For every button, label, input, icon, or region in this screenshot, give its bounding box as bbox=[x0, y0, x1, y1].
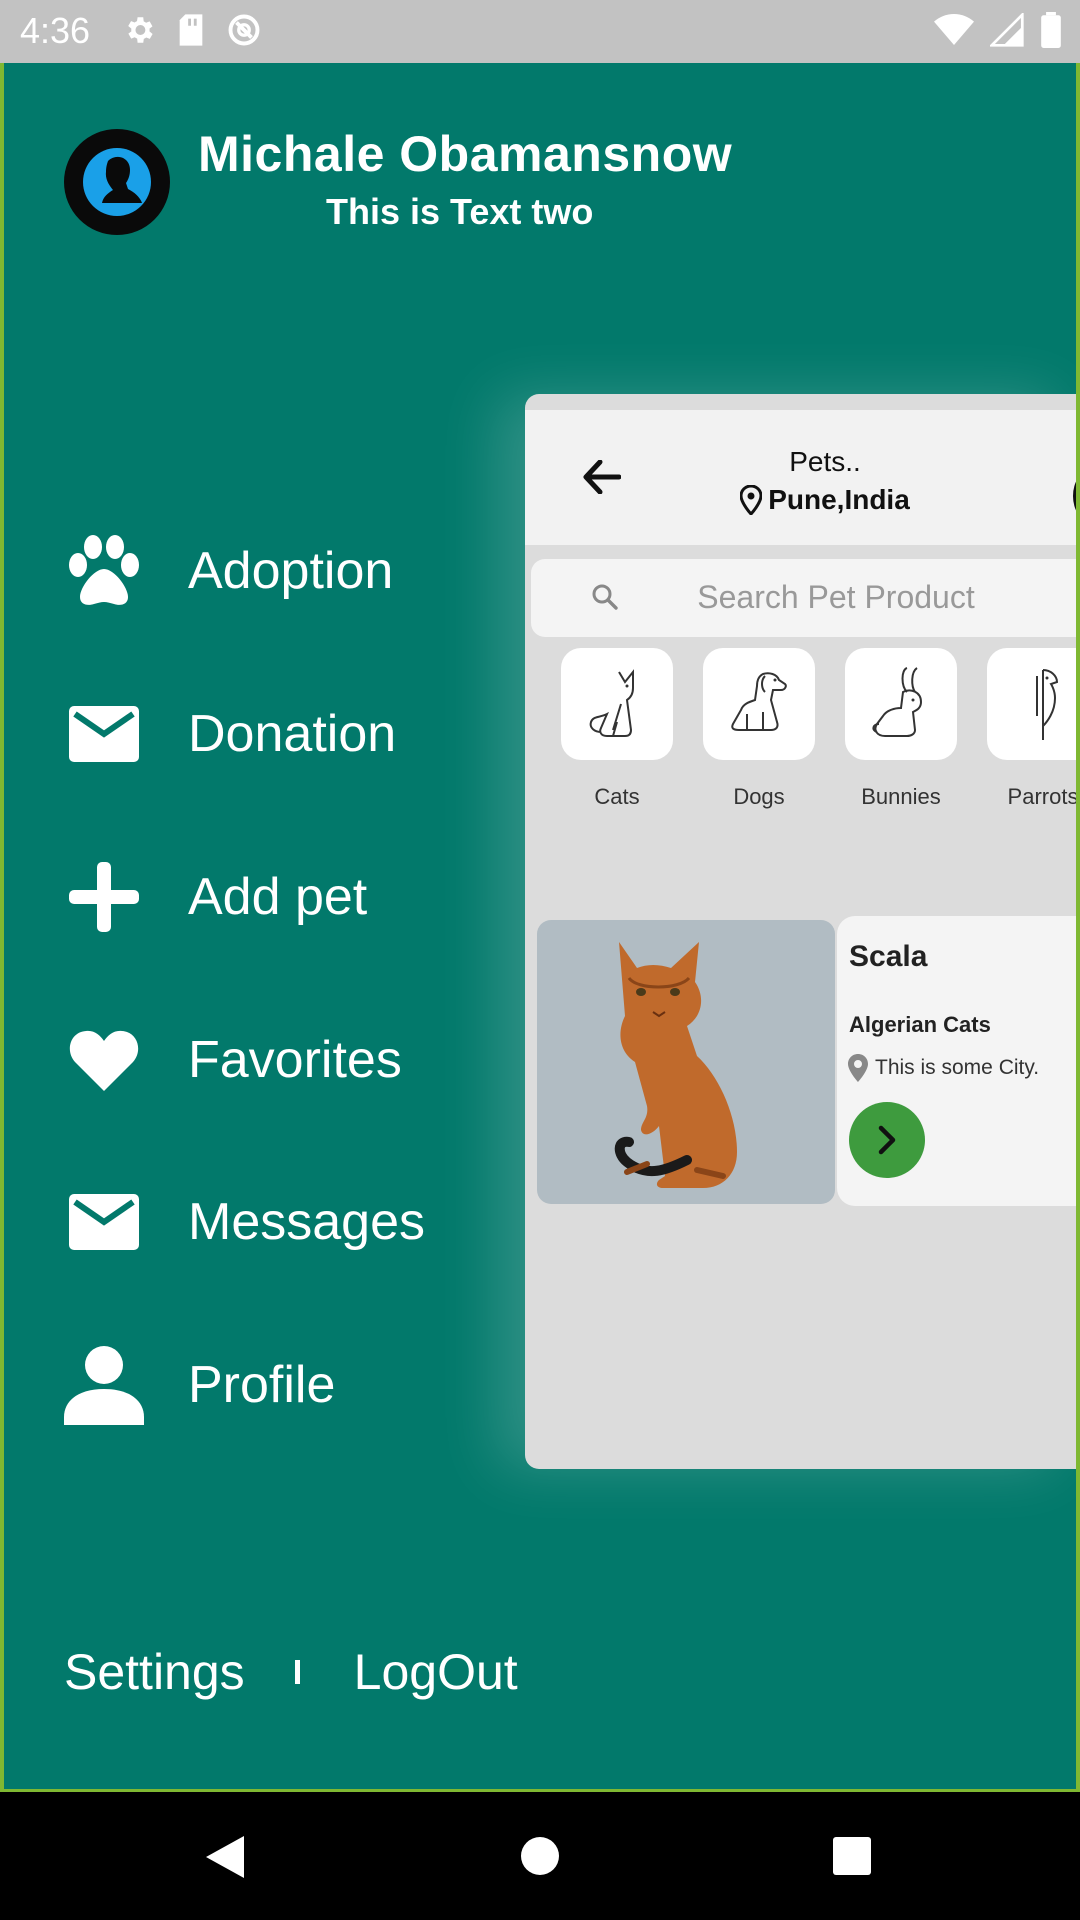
category-bunnies[interactable]: Bunnies bbox=[845, 648, 957, 810]
main-page-preview[interactable]: Pets.. Pune,India Search Pet Product Cat… bbox=[525, 394, 1076, 1469]
category-label: Parrots bbox=[1007, 784, 1079, 809]
category-parrots[interactable]: Parrots bbox=[987, 648, 1076, 810]
heart-icon bbox=[64, 1020, 144, 1100]
wifi-icon bbox=[934, 14, 974, 45]
menu-label-profile: Profile bbox=[188, 1356, 336, 1414]
cat-icon bbox=[589, 669, 634, 737]
menu-item-adoption[interactable]: Adoption bbox=[64, 531, 393, 611]
cat-photo bbox=[614, 942, 737, 1188]
home-icon[interactable] bbox=[520, 1836, 560, 1876]
drawer-footer: Settings LogOut bbox=[64, 1643, 518, 1701]
pet-card[interactable]: Scala Algerian Cats This is some City. bbox=[537, 916, 1076, 1206]
pet-breed: Algerian Cats bbox=[849, 1012, 991, 1037]
footer-separator bbox=[294, 1660, 300, 1684]
category-dogs[interactable]: Dogs bbox=[703, 648, 815, 810]
menu-item-messages[interactable]: Messages bbox=[64, 1182, 425, 1262]
mail-icon bbox=[64, 1182, 144, 1262]
search-placeholder: Search Pet Product bbox=[697, 579, 975, 615]
user-subtitle: This is Text two bbox=[326, 191, 594, 232]
menu-label-add-pet: Add pet bbox=[188, 868, 368, 926]
paw-icon bbox=[64, 531, 144, 611]
back-icon[interactable] bbox=[204, 1834, 246, 1880]
pet-photo bbox=[537, 920, 835, 1204]
view-pet-button[interactable] bbox=[849, 1102, 925, 1178]
app-header: Pets.. Pune,India bbox=[525, 410, 1076, 545]
plus-icon bbox=[64, 857, 144, 937]
header-location[interactable]: Pune,India bbox=[525, 484, 1076, 516]
parrot-icon bbox=[1036, 669, 1059, 740]
avatar[interactable] bbox=[64, 129, 170, 235]
category-label: Bunnies bbox=[861, 784, 941, 809]
user-name: Michale Obamansnow bbox=[198, 126, 733, 182]
menu-item-donation[interactable]: Donation bbox=[64, 694, 396, 774]
category-label: Cats bbox=[594, 784, 640, 809]
menu-item-favorites[interactable]: Favorites bbox=[64, 1020, 402, 1100]
location-pin-icon bbox=[740, 485, 763, 515]
person-icon bbox=[64, 1345, 144, 1425]
pet-location: This is some City. bbox=[847, 1054, 1039, 1082]
category-cats[interactable]: Cats bbox=[561, 648, 673, 810]
user-silhouette-icon bbox=[83, 148, 151, 216]
mail-icon bbox=[64, 694, 144, 774]
menu-label-messages: Messages bbox=[188, 1193, 425, 1251]
settings-link[interactable]: Settings bbox=[64, 1643, 245, 1701]
location-pin-icon bbox=[848, 1054, 868, 1082]
dog-icon bbox=[731, 672, 787, 731]
system-nav-bar bbox=[0, 1792, 1080, 1920]
battery-icon bbox=[1041, 12, 1061, 48]
menu-label-favorites: Favorites bbox=[188, 1031, 402, 1089]
menu-item-add-pet[interactable]: Add pet bbox=[64, 857, 367, 937]
bunny-icon bbox=[872, 667, 923, 737]
menu-label-donation: Donation bbox=[188, 705, 397, 763]
menu-item-profile[interactable]: Profile bbox=[64, 1345, 335, 1425]
category-label: Dogs bbox=[733, 784, 785, 809]
sync-icon bbox=[228, 14, 260, 46]
signal-icon bbox=[990, 13, 1024, 47]
sd-card-icon bbox=[179, 14, 203, 46]
pet-location-text: This is some City. bbox=[875, 1056, 1040, 1079]
chevron-right-icon bbox=[878, 1125, 896, 1155]
location-text: Pune,India bbox=[768, 484, 910, 515]
recents-icon[interactable] bbox=[832, 1836, 872, 1876]
header-title: Pets.. bbox=[789, 446, 861, 477]
pet-name: Scala bbox=[849, 940, 928, 973]
menu-label-adoption: Adoption bbox=[188, 542, 394, 600]
status-bar: 4:36 bbox=[0, 0, 1080, 64]
pet-info: Scala Algerian Cats This is some City. bbox=[837, 916, 1076, 1206]
navigation-drawer: Michale Obamansnow This is Text two Adop… bbox=[0, 63, 1080, 1792]
search-input[interactable]: Search Pet Product bbox=[531, 559, 1076, 637]
status-time: 4:36 bbox=[20, 10, 91, 51]
logout-link[interactable]: LogOut bbox=[354, 1643, 518, 1701]
gear-icon bbox=[128, 17, 153, 43]
